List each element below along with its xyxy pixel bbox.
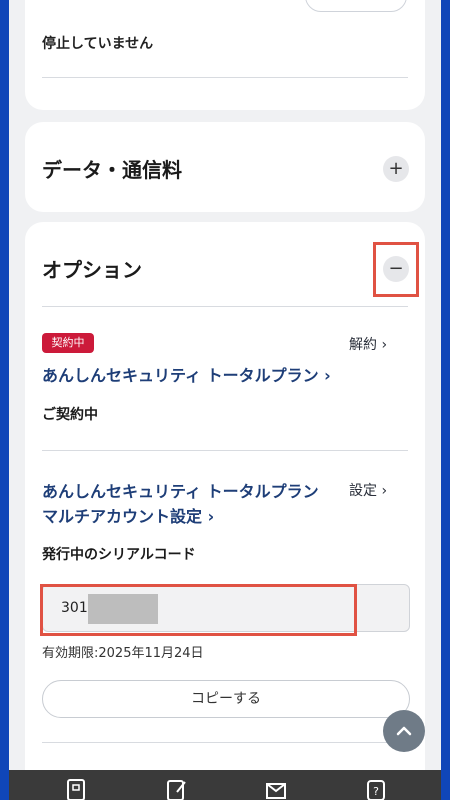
divider	[42, 742, 408, 743]
home-icon[interactable]	[65, 778, 87, 800]
mail-icon[interactable]	[265, 778, 287, 800]
multi-account-line1[interactable]: あんしんセキュリティ トータルプラン	[42, 478, 319, 502]
svg-text:?: ?	[373, 785, 379, 798]
highlight-box-collapse	[373, 242, 419, 297]
options-section-card: オプション − 契約中 解約 › あんしんセキュリティ トータルプラン › ご契…	[25, 222, 425, 800]
highlight-box-serial	[40, 584, 357, 636]
help-icon[interactable]: ?	[365, 778, 387, 800]
cancel-link[interactable]: 解約 ›	[349, 334, 387, 354]
multi-account-link[interactable]: マルチアカウント設定 ›	[42, 503, 214, 527]
data-section-title: データ・通信料	[42, 158, 182, 182]
contract-status: ご契約中	[42, 407, 98, 423]
scroll-top-button[interactable]	[383, 710, 425, 752]
copy-button[interactable]: コピーする	[42, 680, 410, 718]
serial-label: 発行中のシリアルコード	[42, 547, 196, 563]
plan-link[interactable]: あんしんセキュリティ トータルプラン ›	[42, 362, 331, 386]
options-section-title: オプション	[42, 258, 142, 282]
status-card: 停止していません	[25, 0, 425, 110]
divider	[42, 450, 408, 451]
top-action-button[interactable]	[305, 0, 407, 12]
bottom-navigation: ?	[9, 770, 441, 800]
expand-button[interactable]: +	[383, 156, 409, 182]
chevron-up-icon	[396, 726, 412, 736]
expiry-date: 有効期限:2025年11月24日	[42, 646, 204, 661]
screen: 停止していません データ・通信料 + オプション − 契約中 解約 › あんしん…	[9, 0, 441, 800]
settings-link[interactable]: 設定 ›	[349, 480, 387, 500]
contract-badge: 契約中	[42, 333, 94, 353]
status-text: 停止していません	[42, 36, 154, 52]
data-section-card[interactable]: データ・通信料 +	[25, 122, 425, 212]
edit-icon[interactable]	[165, 778, 187, 800]
divider	[42, 306, 408, 307]
divider	[42, 77, 408, 78]
